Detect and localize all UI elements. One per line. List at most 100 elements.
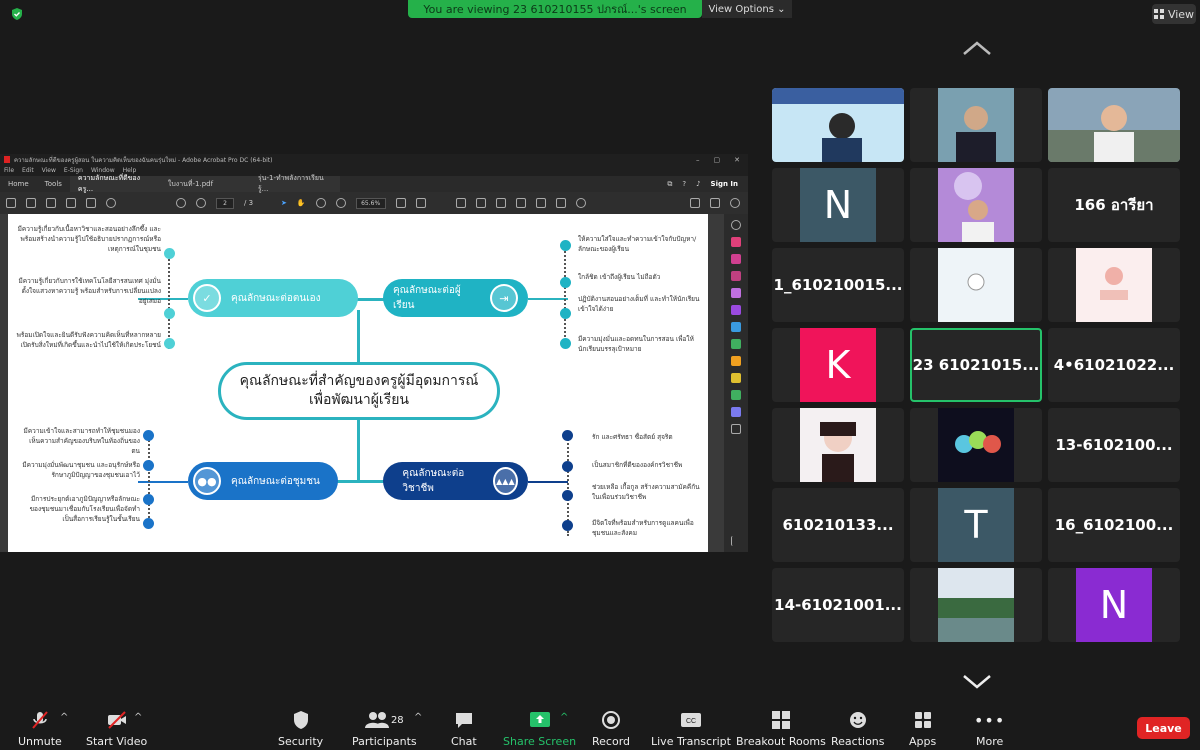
share-icon[interactable]: ⧉ xyxy=(667,180,672,189)
record-button[interactable]: Record xyxy=(592,710,630,748)
minimize-icon[interactable]: – xyxy=(696,156,700,164)
more-button[interactable]: ••• More xyxy=(974,710,1004,749)
zoom-in-icon[interactable] xyxy=(335,198,346,208)
video-tile-n[interactable]: N xyxy=(772,168,904,242)
page-up-icon[interactable] xyxy=(176,198,186,208)
video-tile-9[interactable] xyxy=(1048,248,1180,322)
sign-in-button[interactable]: Sign In xyxy=(711,180,738,188)
organize-icon[interactable] xyxy=(731,288,741,298)
video-tile-16[interactable]: 16_6102100... xyxy=(1048,488,1180,562)
video-tile-2[interactable] xyxy=(910,88,1042,162)
participants-caret-icon[interactable]: ^ xyxy=(414,712,422,723)
video-tile-k[interactable]: K xyxy=(772,328,904,402)
export-pdf-icon[interactable] xyxy=(731,237,741,247)
create-pdf-icon[interactable] xyxy=(731,254,741,264)
left-panel-handle[interactable] xyxy=(0,214,8,552)
breakout-rooms-button[interactable]: Breakout Rooms xyxy=(736,710,826,748)
fit-page-icon[interactable] xyxy=(395,198,406,208)
zoom-select[interactable]: 65.6% xyxy=(355,197,386,209)
stamp-icon[interactable] xyxy=(535,198,546,208)
share-caret-icon[interactable]: ^ xyxy=(560,712,568,723)
video-tile-n2[interactable]: N xyxy=(1048,568,1180,642)
comment-tool-icon[interactable] xyxy=(731,305,741,315)
maximize-icon[interactable]: ▢ xyxy=(714,156,721,164)
view-options-button[interactable]: View Options ⌄ xyxy=(702,0,792,18)
sign-icon[interactable] xyxy=(515,198,526,208)
leave-button[interactable]: Leave xyxy=(1137,717,1190,739)
menu-edit[interactable]: Edit xyxy=(22,167,34,174)
video-tile-1-610[interactable]: 1_610210015... xyxy=(772,248,904,322)
hand-icon[interactable]: ✋ xyxy=(297,199,306,207)
chat-button[interactable]: Chat xyxy=(451,710,477,748)
unmute-button[interactable]: Unmute xyxy=(18,710,62,748)
live-transcript-label: Live Transcript xyxy=(651,735,731,748)
highlight-icon[interactable] xyxy=(495,198,506,208)
close-icon[interactable]: ✕ xyxy=(734,156,740,164)
cursor-icon[interactable]: ➤ xyxy=(281,199,287,207)
menu-view[interactable]: View xyxy=(42,167,56,174)
tab-doc-2[interactable]: ใบงานที่-1.pdf xyxy=(159,176,250,192)
tab-doc-3[interactable]: รุ่น-1-ทำพลังการเรียนรู้... xyxy=(249,174,340,193)
gallery-up-icon[interactable] xyxy=(962,40,992,56)
tab-tools[interactable]: Tools xyxy=(37,176,70,192)
collapse-pane-icon[interactable] xyxy=(731,536,741,546)
pdf-scrollbar[interactable] xyxy=(708,214,724,552)
live-transcript-button[interactable]: CC Live Transcript xyxy=(651,710,731,748)
apps-button[interactable]: Apps xyxy=(909,710,936,748)
more-tools-icon[interactable] xyxy=(731,424,741,434)
combine-icon[interactable] xyxy=(731,271,741,281)
edit-pdf-icon[interactable] xyxy=(690,198,700,208)
zoom-tool-icon[interactable] xyxy=(731,220,741,230)
video-tile-610[interactable]: 610210133... xyxy=(772,488,904,562)
zoom-out-icon[interactable] xyxy=(315,198,326,208)
compress-icon[interactable] xyxy=(731,339,741,349)
edit-tool-icon[interactable] xyxy=(731,356,741,366)
video-tile-20[interactable] xyxy=(910,568,1042,642)
pen-icon[interactable] xyxy=(475,198,486,208)
video-tile-166[interactable]: 166 อารียา xyxy=(1048,168,1180,242)
view-button[interactable]: View xyxy=(1152,4,1196,24)
video-tile-14-610[interactable]: 14-61021001... xyxy=(772,568,904,642)
video-tile-23-active[interactable]: 23 61021015... xyxy=(910,328,1042,402)
video-tile-13[interactable] xyxy=(772,408,904,482)
comment-icon[interactable] xyxy=(455,198,466,208)
video-caret-icon[interactable]: ^ xyxy=(134,712,142,723)
video-tile-14[interactable] xyxy=(910,408,1042,482)
tab-doc-1[interactable]: ความลักษณะที่ดีของครู... xyxy=(69,174,160,193)
video-tile-8[interactable] xyxy=(910,248,1042,322)
tab-home[interactable]: Home xyxy=(0,176,37,192)
rotate-icon[interactable] xyxy=(575,198,586,208)
video-tile-1[interactable] xyxy=(772,88,904,162)
upload-icon[interactable] xyxy=(46,198,56,208)
scroll-mode-icon[interactable] xyxy=(415,198,426,208)
branch-profession: คุณลักษณะต่อวิชาชีพ ▲▲▲ xyxy=(383,462,528,500)
bell-icon[interactable]: ♪ xyxy=(696,180,700,188)
star-icon[interactable] xyxy=(26,198,36,208)
participants-button[interactable]: 28 Participants xyxy=(352,710,417,748)
video-tile-5[interactable] xyxy=(910,168,1042,242)
security-button[interactable]: Security xyxy=(278,710,323,748)
mail-icon[interactable] xyxy=(710,198,720,208)
reactions-button[interactable]: Reactions xyxy=(831,710,885,748)
search-icon[interactable] xyxy=(106,198,116,208)
email-icon[interactable] xyxy=(86,198,96,208)
video-tile-t[interactable]: T xyxy=(910,488,1042,562)
trash-icon[interactable] xyxy=(555,198,566,208)
scan-icon[interactable] xyxy=(731,322,741,332)
save-icon[interactable] xyxy=(6,198,16,208)
protect-icon[interactable] xyxy=(731,407,741,417)
send-icon[interactable] xyxy=(731,390,741,400)
gallery-down-icon[interactable] xyxy=(962,674,992,690)
menu-file[interactable]: File xyxy=(4,167,14,174)
print-icon[interactable] xyxy=(66,198,76,208)
fill-sign-icon[interactable] xyxy=(731,373,741,383)
video-tile-3[interactable] xyxy=(1048,88,1180,162)
unmute-caret-icon[interactable]: ^ xyxy=(60,712,68,723)
user-icon[interactable] xyxy=(730,198,740,208)
video-tile-13-610[interactable]: 13-6102100... xyxy=(1048,408,1180,482)
tl-item-1: มีความรู้เกี่ยวกับเนื้อหาวิชาและสอนอย่าง… xyxy=(17,225,161,253)
help-icon[interactable]: ? xyxy=(682,180,686,188)
video-tile-4[interactable]: 4•61021022... xyxy=(1048,328,1180,402)
page-down-icon[interactable] xyxy=(196,198,206,208)
page-number-input[interactable]: 2 xyxy=(216,197,234,209)
